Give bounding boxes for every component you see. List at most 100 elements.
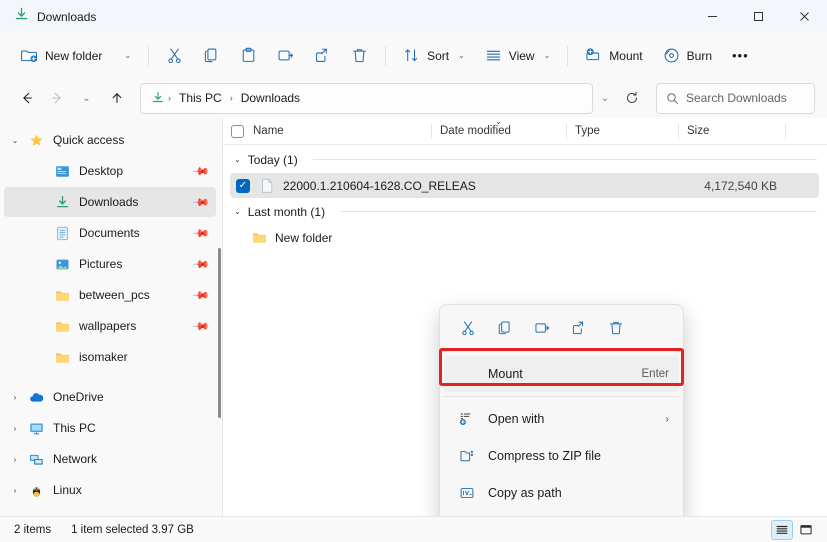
sort-button[interactable]: Sort ⌄ — [394, 40, 474, 72]
sidebar-item-wallpapers[interactable]: wallpapers 📌 — [4, 311, 216, 341]
sidebar-item-label: Downloads — [79, 195, 194, 209]
sort-indicator-icon: ⌄ — [495, 118, 502, 126]
sidebar-item-downloads[interactable]: Downloads 📌 — [4, 187, 216, 217]
sidebar-item-pictures[interactable]: Pictures 📌 — [4, 249, 216, 279]
chevron-right-icon[interactable]: › — [4, 455, 26, 464]
main-area: ⌄ Quick access Desktop 📌 — [0, 118, 827, 516]
status-item-count: 2 items — [14, 524, 51, 536]
file-size: 4,172,540 KB — [704, 179, 777, 193]
chevron-right-icon[interactable]: › — [4, 424, 26, 433]
context-menu-item-mount[interactable]: Mount Enter — [444, 356, 679, 392]
sidebar-item-label: Network — [53, 452, 208, 466]
details-view-icon[interactable] — [771, 520, 793, 540]
star-icon — [26, 133, 46, 148]
sidebar-item-quick-access[interactable]: ⌄ Quick access — [4, 125, 216, 155]
cut-button[interactable] — [157, 40, 192, 72]
select-all-checkbox[interactable] — [231, 125, 244, 138]
burn-icon — [663, 47, 680, 64]
new-folder-dropdown[interactable]: ⌄ — [113, 40, 140, 72]
overflow-menu-button[interactable]: ••• — [723, 40, 758, 72]
mount-icon — [585, 47, 602, 64]
copy-button[interactable] — [194, 40, 229, 72]
context-menu-item-open-with[interactable]: Open with › — [444, 401, 679, 437]
pin-icon[interactable]: 📌 — [192, 224, 211, 243]
navigation-pane: ⌄ Quick access Desktop 📌 — [0, 118, 222, 516]
column-header-type[interactable]: Type — [566, 118, 678, 145]
row-checkbox[interactable] — [236, 179, 250, 193]
sidebar-scrollbar[interactable] — [218, 248, 221, 418]
sidebar-item-linux[interactable]: › Linux — [4, 475, 216, 505]
up-button[interactable] — [102, 84, 131, 113]
chevron-down-icon[interactable]: ⌄ — [4, 136, 26, 145]
mount-toolbar-button[interactable]: Mount — [576, 40, 651, 72]
paste-icon — [240, 47, 257, 64]
group-header-label: Last month (1) — [248, 205, 325, 219]
breadcrumb-bar[interactable]: › This PC › Downloads — [140, 83, 593, 114]
back-button[interactable] — [12, 84, 41, 113]
chevron-down-icon[interactable]: ⌄ — [234, 155, 241, 164]
column-header-size[interactable]: Size — [678, 118, 785, 145]
share-button[interactable] — [560, 313, 597, 343]
new-folder-icon — [21, 47, 38, 64]
new-folder-button[interactable]: New folder — [12, 40, 111, 72]
context-menu-item-compress-to-zip[interactable]: Compress to ZIP file — [444, 438, 679, 474]
forward-button[interactable] — [42, 84, 71, 113]
delete-button[interactable] — [597, 313, 634, 343]
column-header-name-label: Name — [253, 125, 284, 137]
search-icon — [666, 92, 679, 105]
column-header-extra[interactable] — [785, 118, 827, 145]
pin-icon[interactable]: 📌 — [192, 255, 211, 274]
breadcrumb-item-downloads[interactable]: Downloads — [236, 89, 305, 107]
sidebar-item-label: wallpapers — [79, 319, 194, 333]
pin-icon[interactable]: 📌 — [192, 317, 211, 336]
sidebar-item-desktop[interactable]: Desktop 📌 — [4, 156, 216, 186]
sidebar-item-this-pc[interactable]: › This PC — [4, 413, 216, 443]
sidebar-item-isomaker[interactable]: isomaker — [4, 342, 216, 372]
burn-button[interactable]: Burn — [654, 40, 721, 72]
address-bar: ⌄ › This PC › Downloads ⌄ — [0, 78, 827, 118]
pin-icon[interactable]: 📌 — [192, 193, 211, 212]
group-header-today[interactable]: ⌄ Today (1) — [222, 147, 827, 172]
minimize-button[interactable] — [689, 0, 735, 33]
refresh-button[interactable] — [619, 84, 645, 113]
group-header-last-month[interactable]: ⌄ Last month (1) — [222, 199, 827, 224]
open-with-icon — [457, 411, 477, 427]
view-button[interactable]: View ⌄ — [476, 40, 560, 72]
pin-icon[interactable]: 📌 — [192, 286, 211, 305]
column-header-date-modified[interactable]: ⌄ Date modified — [431, 118, 566, 145]
context-menu-item-copy-as-path[interactable]: Copy as path — [444, 475, 679, 511]
search-box[interactable]: Search Downloads — [656, 83, 815, 114]
breadcrumb-item-this-pc[interactable]: This PC — [174, 89, 227, 107]
mount-toolbar-label: Mount — [609, 49, 642, 63]
chevron-down-icon[interactable]: ⌄ — [234, 207, 241, 216]
cut-button[interactable] — [449, 313, 486, 343]
table-row[interactable]: 22000.1.210604-1628.CO_RELEAS 4,172,540 … — [230, 173, 819, 198]
breadcrumb-dropdown-button[interactable]: ⌄ — [594, 86, 616, 110]
delete-button[interactable] — [342, 40, 377, 72]
search-input[interactable]: Search Downloads — [686, 91, 787, 105]
tiles-view-icon[interactable] — [795, 520, 817, 540]
pin-icon[interactable]: 📌 — [192, 162, 211, 181]
status-selection-info: 1 item selected 3.97 GB — [71, 524, 194, 536]
toolbar-divider-3 — [567, 46, 568, 66]
paste-button[interactable] — [231, 40, 266, 72]
breadcrumb-separator-1: › — [167, 93, 172, 103]
close-button[interactable] — [781, 0, 827, 33]
burn-label: Burn — [687, 49, 712, 63]
copy-button[interactable] — [486, 313, 523, 343]
chevron-right-icon[interactable]: › — [4, 486, 26, 495]
rename-button[interactable] — [268, 40, 303, 72]
table-row[interactable]: New folder — [230, 225, 819, 250]
sidebar-item-network[interactable]: › Network — [4, 444, 216, 474]
sidebar-item-between-pcs[interactable]: between_pcs 📌 — [4, 280, 216, 310]
group-header-label: Today (1) — [248, 153, 298, 167]
recent-locations-button[interactable]: ⌄ — [72, 84, 101, 113]
share-button[interactable] — [305, 40, 340, 72]
chevron-right-icon[interactable]: › — [4, 393, 26, 402]
maximize-button[interactable] — [735, 0, 781, 33]
rename-button[interactable] — [523, 313, 560, 343]
column-header-name[interactable]: Name — [222, 118, 431, 145]
context-menu-item-properties[interactable]: Properties Alt+Enter — [444, 512, 679, 516]
sidebar-item-documents[interactable]: Documents 📌 — [4, 218, 216, 248]
sidebar-item-onedrive[interactable]: › OneDrive — [4, 382, 216, 412]
